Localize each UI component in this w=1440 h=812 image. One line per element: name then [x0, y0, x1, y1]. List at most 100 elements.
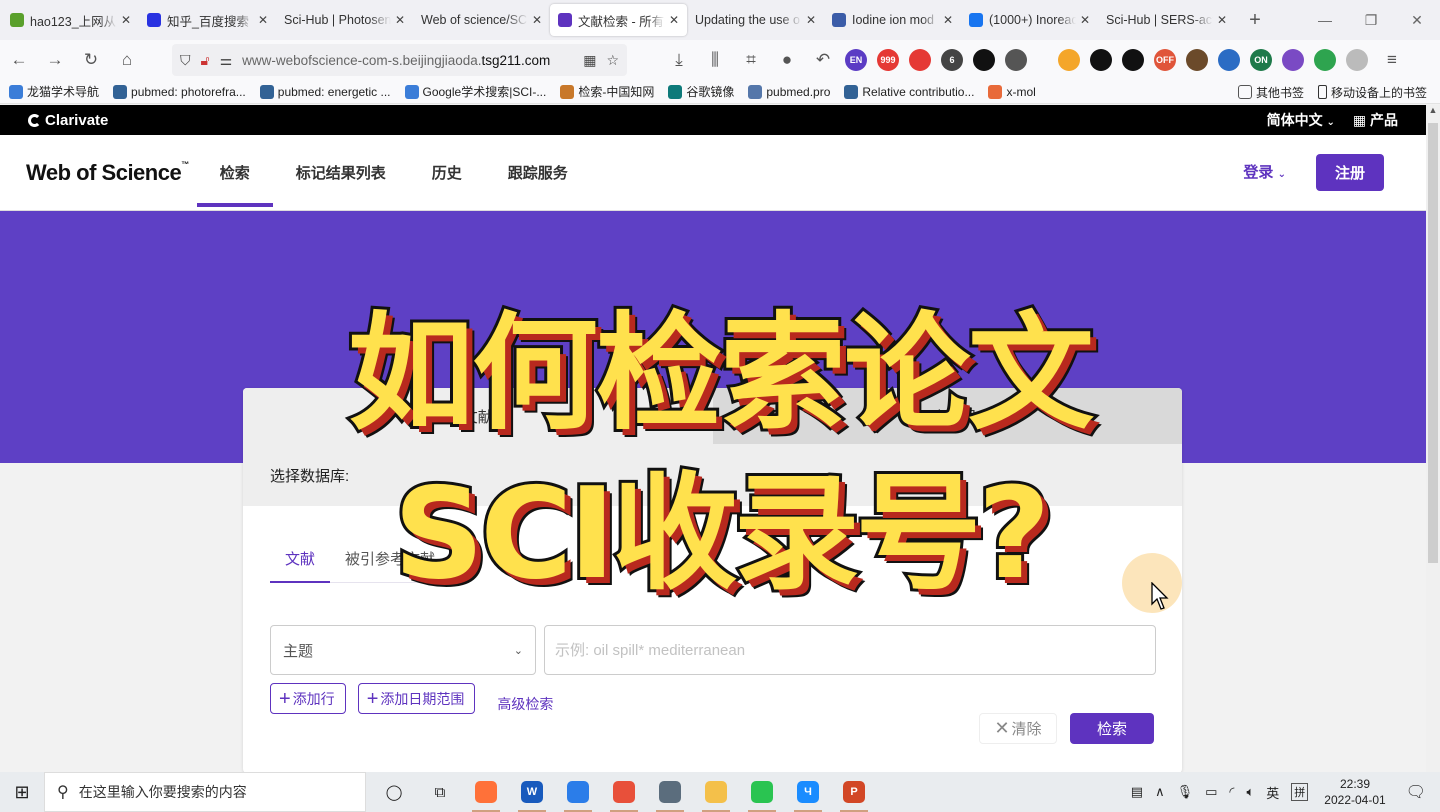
bookmark-item[interactable]: 检索-中国知网 — [560, 83, 654, 100]
undo-arrow-icon[interactable]: ↶ — [806, 50, 840, 70]
browser-tab[interactable]: Updating the use o ✕ — [687, 4, 824, 36]
news-widget-icon[interactable]: ▤ — [1131, 784, 1143, 800]
reload-icon[interactable]: ↻ — [74, 50, 108, 70]
cube-ext-icon[interactable] — [1282, 49, 1304, 71]
gear-ext-icon[interactable] — [1346, 49, 1368, 71]
search-field-select[interactable]: 主题 ⌄ — [270, 625, 536, 675]
powerpoint-icon[interactable]: P — [836, 778, 872, 812]
close-tab-icon[interactable]: ✕ — [943, 13, 953, 27]
address-bar[interactable]: ⛉ 🔓︎ ⚌ www-webofscience-com-s.beijingjia… — [172, 44, 627, 76]
bookmark-item[interactable]: pubmed: energetic ... — [259, 84, 391, 99]
firefox-icon[interactable] — [468, 778, 504, 812]
page-scrollbar[interactable]: ▲ — [1426, 105, 1440, 772]
subtab-cited-references[interactable]: 被引参考文献 — [330, 536, 450, 582]
browser-tab[interactable]: 知乎_百度搜索 ✕ — [139, 4, 276, 36]
rainbow-ext-icon[interactable] — [1058, 49, 1080, 71]
browser-tab[interactable]: Sci-Hub | Photosen ✕ — [276, 4, 413, 36]
nav-alerts[interactable]: 跟踪服务 — [485, 135, 591, 210]
nav-marked-list[interactable]: 标记结果列表 — [273, 135, 409, 210]
volume-icon[interactable]: 🔈︎ — [1246, 784, 1254, 800]
crop-icon[interactable]: ⌗ — [734, 50, 768, 70]
en-ext-icon[interactable]: EN — [845, 49, 867, 71]
bookmark-item[interactable]: 龙猫学术导航 — [9, 83, 99, 100]
cortana-icon[interactable]: ◯ — [376, 778, 412, 806]
restore-button[interactable]: ❐ — [1348, 0, 1394, 40]
qr-code-icon[interactable]: ▦ — [583, 52, 596, 69]
off-ext-icon[interactable]: OFF — [1154, 49, 1176, 71]
database-selector[interactable]: 选择数据库: — [243, 444, 1182, 506]
badge-999-icon[interactable]: 999 — [877, 49, 899, 71]
register-button[interactable]: 注册 — [1316, 154, 1384, 191]
minimize-button[interactable]: — — [1302, 0, 1348, 40]
login-button[interactable]: 登录 ⌄ — [1243, 161, 1286, 182]
subtab-documents[interactable]: 文献 — [270, 536, 330, 583]
g-ext-icon[interactable]: 6 — [941, 49, 963, 71]
browser-tab[interactable]: Iodine ion mod ✕ — [824, 4, 961, 36]
language-selector[interactable]: 简体中文 ⌄ — [1267, 110, 1335, 130]
search-query-input[interactable] — [544, 625, 1156, 675]
balls-ext-icon[interactable] — [1005, 49, 1027, 71]
wifi-icon[interactable]: ◜ — [1229, 784, 1234, 800]
insecure-lock-icon[interactable]: 🔓︎ — [201, 52, 210, 69]
bookmark-star-icon[interactable]: ☆ — [606, 52, 619, 69]
other-bookmarks[interactable]: 其他书签 — [1237, 84, 1304, 101]
scrollbar-thumb[interactable] — [1428, 123, 1438, 563]
battery-icon[interactable]: ▭ — [1205, 784, 1217, 800]
mobile-bookmarks[interactable]: 移动设备上的书签 — [1317, 84, 1427, 101]
tab-documents[interactable]: 文献 — [243, 388, 713, 444]
red-shield-icon[interactable] — [909, 49, 931, 71]
close-tab-icon[interactable]: ✕ — [258, 13, 268, 27]
file-explorer-icon[interactable] — [698, 778, 734, 812]
library-icon[interactable]: ⫼ — [698, 50, 732, 70]
download-icon[interactable]: ⤓ — [662, 50, 696, 70]
q-app-icon[interactable]: Ч — [790, 778, 826, 812]
shield-check-ext-icon[interactable] — [1314, 49, 1336, 71]
taskbar-search[interactable]: ⚲ 在这里输入你要搜索的内容 — [44, 772, 366, 812]
ime-language[interactable]: 英 — [1266, 783, 1279, 802]
microphone-icon[interactable]: 🎙︎ — [1177, 784, 1194, 800]
close-tab-icon[interactable]: ✕ — [121, 13, 131, 27]
browser-tab[interactable]: Web of science/SCI ✕ — [413, 4, 550, 36]
back-icon[interactable]: ← — [2, 50, 36, 70]
web-of-science-logo[interactable]: Web of Science™ — [26, 160, 189, 186]
close-tab-icon[interactable]: ✕ — [395, 13, 405, 27]
notes-icon[interactable] — [560, 778, 596, 812]
search-button[interactable]: 检索 — [1070, 713, 1154, 744]
close-window-button[interactable]: ✕ — [1394, 0, 1440, 40]
close-tab-icon[interactable]: ✕ — [1080, 13, 1090, 27]
clarivate-logo[interactable]: Clarivate — [28, 112, 108, 129]
show-hidden-icons-icon[interactable]: ∧ — [1155, 784, 1165, 800]
close-tab-icon[interactable]: ✕ — [669, 13, 679, 27]
on-ext-icon[interactable]: ON — [1250, 49, 1272, 71]
bookmark-item[interactable]: 谷歌镜像 — [668, 83, 734, 100]
lock-ext-icon[interactable] — [1122, 49, 1144, 71]
products-menu[interactable]: ▦ 产品 — [1353, 110, 1398, 130]
add-row-button[interactable]: + 添加行 — [270, 683, 346, 714]
url-text[interactable]: www-webofscience-com-s.beijingjiaoda.tsg… — [242, 53, 583, 68]
shield-icon[interactable]: ⛉ — [180, 52, 191, 69]
close-tab-icon[interactable]: ✕ — [532, 13, 542, 27]
bookmark-item[interactable]: x-mol — [988, 84, 1036, 99]
calculator-icon[interactable] — [652, 778, 688, 812]
advanced-search-link[interactable]: 高级检索 — [497, 694, 553, 714]
close-tab-icon[interactable]: ✕ — [806, 13, 816, 27]
nav-search[interactable]: 检索 — [196, 135, 273, 210]
wechat-icon[interactable] — [744, 778, 780, 812]
cat-ext-icon[interactable] — [973, 49, 995, 71]
windows-start-icon[interactable]: ⊞ — [0, 782, 44, 803]
notifications-icon[interactable]: 🗨︎ — [1406, 782, 1426, 802]
ime-mode[interactable]: 拼 — [1291, 783, 1309, 801]
bookmark-item[interactable]: Relative contributio... — [844, 84, 974, 99]
browser-tab[interactable]: Sci-Hub | SERS-acti ✕ — [1098, 4, 1235, 36]
clear-button[interactable]: ✕ 清除 — [979, 713, 1057, 744]
bookmark-item[interactable]: pubmed.pro — [748, 84, 830, 99]
menu-icon[interactable]: ≡ — [1375, 50, 1409, 70]
chat-bubble-icon[interactable]: ● — [770, 50, 804, 70]
task-view-icon[interactable]: ⧉ — [422, 778, 458, 806]
home-icon[interactable]: ⌂ — [110, 50, 144, 70]
browser-tab[interactable]: hao123_上网从这 ✕ — [2, 4, 139, 36]
forward-icon[interactable]: → — [38, 50, 72, 70]
nav-history[interactable]: 历史 — [409, 135, 485, 210]
new-tab-button[interactable]: + — [1235, 9, 1275, 32]
flame-app-icon[interactable] — [606, 778, 642, 812]
